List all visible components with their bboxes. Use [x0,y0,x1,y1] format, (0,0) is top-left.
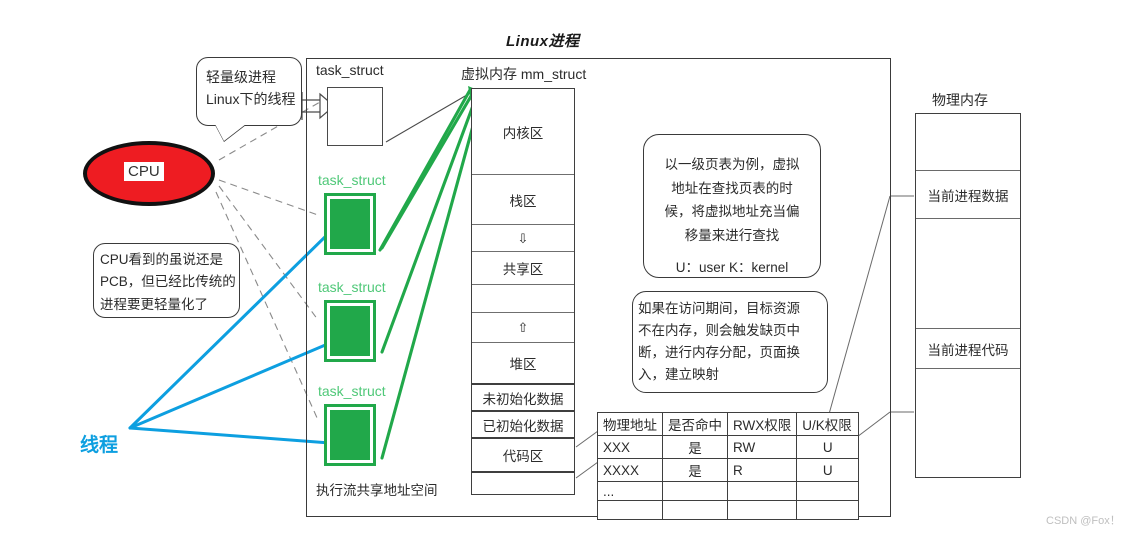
page-table-row: ... [597,481,860,501]
physical-memory-cell-label: 当前进程数据 [927,188,1009,204]
mm-region-label: 共享区 [502,262,544,277]
callout-lightweight-process: 轻量级进程 Linux下的线程 [196,57,302,143]
callout-line: Linux下的线程 [206,90,296,107]
page-table-row: XXX 是 RW U [597,435,860,459]
page-table-cell [796,500,860,520]
mm-region-8: 已初始化数据 [472,412,574,439]
page-table-row [597,500,860,520]
mm-region-1: 栈区 [472,175,574,225]
task-struct-label-2: task_struct [318,279,386,295]
callout-line: 地址在查找页表的时 [671,180,793,196]
page-table-row: XXXX 是 R U [597,458,860,482]
callout-line: PCB，但已经比传统的 [100,274,236,290]
physical-memory-column: 当前进程数据 当前进程代码 [915,113,1021,478]
callout-line: 入，建立映射 [638,366,719,382]
arrow-up-icon: ⇧ [517,320,529,335]
physical-memory-cell-0 [916,114,1020,171]
mm-region-2: ⇩ [472,225,574,252]
callout-line: 进程要更轻量化了 [100,296,208,312]
watermark: CSDN @Fox！ [1046,515,1121,527]
cpu-label: CPU [124,162,164,181]
page-table-cell [662,481,728,501]
diagram-canvas: Linux进程 CPU 轻量级进程 Linux下的线程 CPU看到的虽说还是 P… [0,0,1131,536]
page-table-header-cell: 是否命中 [662,412,728,436]
mm-region-5: ⇧ [472,313,574,343]
callout-line: 轻量级进程 [206,69,276,85]
callout-line: 如果在访问期间，目标资源 [638,301,800,316]
task-struct-box-1 [324,193,376,255]
page-table-cell [796,481,860,501]
callout-pcb-note: CPU看到的虽说还是 PCB，但已经比传统的 进程要更轻量化了 [93,243,240,318]
mm-region-label: 内核区 [502,125,544,141]
task-struct-fill [330,199,370,249]
page-table-cell [597,500,663,520]
task-struct-label-1: task_struct [318,172,386,188]
task-struct-fill [330,410,370,460]
mm-region-label: 代码区 [502,449,544,464]
callout-page-fault-note: 如果在访问期间，目标资源 不在内存，则会触发缺页中 断，进行内存分配，页面换 入… [632,291,828,393]
mm-region-7: 未初始化数据 [472,385,574,412]
task-struct-box-0 [327,87,383,146]
thread-label: 线程 [80,435,119,456]
callout-uk-legend: U：user K：kernel [675,259,789,275]
task-struct-label-0: task_struct [316,62,384,78]
mm-region-label: 未初始化数据 [482,391,564,407]
physical-memory-cell-label: 当前进程代码 [927,342,1009,358]
callout-line: 候，将虚拟地址充当偏 [664,204,800,220]
page-table-cell: 是 [662,435,728,459]
mm-region-4 [472,285,574,313]
page-table-cell: R [726,458,798,482]
callout-tail [215,124,246,141]
page-table-header-row: 物理地址 是否命中 RWX权限 U/K权限 [597,412,860,436]
callout-line: CPU看到的虽说还是 [100,252,224,267]
page-table-cell [726,481,798,501]
mm-struct-column: 内核区栈区 ⇩ 共享区 ⇧ 堆区未初始化数据 已初始化数据 代码区 [471,88,575,495]
mm-region-0: 内核区 [472,89,574,175]
physical-memory-cell-4 [916,369,1020,477]
mm-region-9: 代码区 [472,439,574,473]
page-table-cell [662,500,728,520]
physical-memory-cell-2 [916,219,1020,329]
callout-line: 以一级页表为例，虚拟 [664,157,800,172]
page-table: 物理地址 是否命中 RWX权限 U/K权限 XXX 是 RW U XXXX 是 R U... [597,412,860,520]
physical-memory-cell-3: 当前进程代码 [916,329,1020,369]
page-table-header-cell: RWX权限 [726,412,798,436]
page-table-cell: U [796,458,860,482]
mm-region-10 [472,473,574,494]
task-struct-box-2 [324,300,376,362]
callout-line: 断，进行内存分配，页面换 [638,344,800,360]
physical-memory-title: 物理内存 [932,92,988,108]
arrow-down-icon: ⇩ [517,230,529,246]
mm-region-3: 共享区 [472,252,574,285]
page-table-header-cell: 物理地址 [597,412,663,436]
callout-line: 移量来进行查找 [684,227,780,243]
mm-region-label: 栈区 [509,193,537,209]
mm-struct-title: 虚拟内存 mm_struct [461,66,587,82]
page-table-cell: RW [726,435,798,459]
page-table-cell [726,500,798,520]
task-struct-label-3: task_struct [318,383,386,399]
page-table-cell: XXXX [597,458,663,482]
page-table-cell: U [796,435,860,459]
physical-memory-cell-1: 当前进程数据 [916,171,1020,219]
page-table-cell: ... [597,481,663,501]
page-table-cell: 是 [662,458,728,482]
mm-region-label: 堆区 [509,357,537,372]
diagram-title: Linux进程 [506,33,580,50]
task-struct-fill [330,306,370,356]
page-table-header-cell: U/K权限 [796,412,860,436]
task-struct-box-3 [324,404,376,466]
page-table-cell: XXX [597,435,663,459]
mm-region-6: 堆区 [472,343,574,385]
mm-region-label: 已初始化数据 [482,418,564,434]
shared-address-space-note: 执行流共享地址空间 [316,483,438,498]
callout-page-table-note: 以一级页表为例，虚拟 地址在查找页表的时 候，将虚拟地址充当偏 移量来进行查找 … [643,134,821,278]
callout-line: 不在内存，则会触发缺页中 [638,322,800,338]
